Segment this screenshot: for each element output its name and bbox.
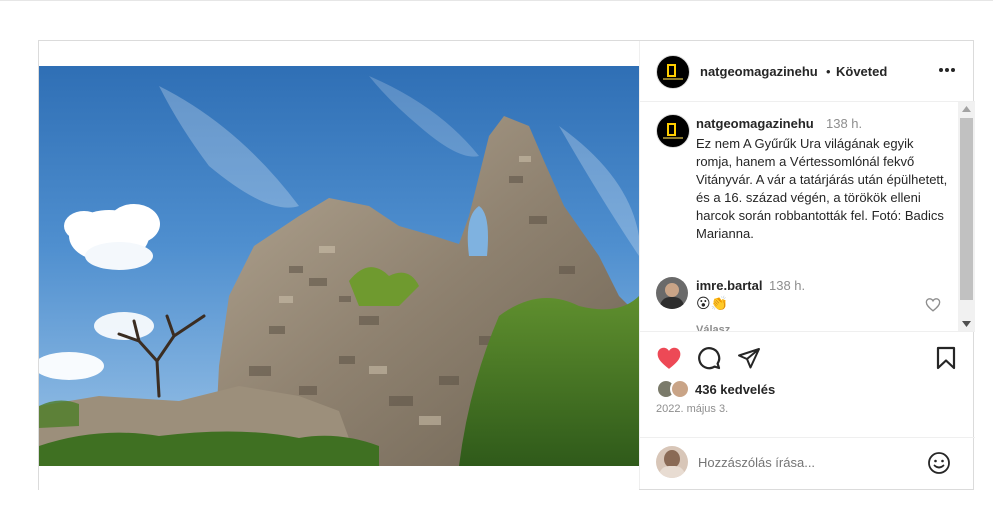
likes-row: 436 kedvelés (640, 375, 975, 405)
current-user-avatar[interactable] (656, 446, 688, 478)
author-avatar[interactable] (656, 55, 690, 89)
comments-scrollbar[interactable] (958, 102, 975, 331)
header-separator: • (826, 64, 831, 79)
heart-filled-icon[interactable] (656, 346, 682, 370)
scroll-up-arrow-icon[interactable] (962, 106, 971, 112)
castle-ruin-photo (39, 66, 639, 466)
add-comment-bar (640, 437, 975, 490)
post-header: natgeomagazinehu • Követed (640, 41, 975, 102)
follow-status-button[interactable]: Követed (836, 64, 887, 79)
bookmark-icon[interactable] (936, 346, 956, 370)
post-media (39, 41, 639, 491)
scroll-down-arrow-icon[interactable] (962, 321, 971, 327)
comment-time[interactable]: 138 h. (769, 278, 805, 293)
comment-icon[interactable] (697, 346, 721, 370)
add-comment-input[interactable] (698, 452, 908, 472)
post-card: natgeomagazinehu • Követed natgeomagazin… (38, 40, 976, 491)
post-side-panel: natgeomagazinehu • Követed natgeomagazin… (639, 41, 976, 489)
post-photo[interactable] (39, 66, 639, 466)
liker-avatar-2[interactable] (670, 379, 690, 399)
share-icon[interactable] (737, 346, 761, 370)
caption-author-avatar[interactable] (656, 114, 690, 148)
emoji-smile-icon[interactable] (927, 451, 951, 475)
comments-section[interactable]: natgeomagazinehu 138 h. Ez nem A Gyűrűk … (640, 102, 975, 332)
caption-author-username[interactable]: natgeomagazinehu (696, 116, 814, 131)
commenter-avatar[interactable] (656, 277, 688, 309)
caption-time[interactable]: 138 h. (826, 116, 862, 131)
comment-author-username[interactable]: imre.bartal (696, 278, 762, 293)
likes-count[interactable]: 436 kedvelés (695, 382, 775, 397)
post-date[interactable]: 2022. május 3. (656, 403, 728, 415)
scrollbar-thumb[interactable] (960, 118, 973, 300)
author-username[interactable]: natgeomagazinehu (700, 64, 818, 79)
comment-reply-button[interactable]: Válasz (696, 324, 730, 331)
top-divider (0, 0, 993, 1)
comment-text: 😮👏 (696, 295, 729, 311)
comment-like-heart-icon[interactable] (925, 297, 941, 312)
more-horizontal-icon[interactable] (938, 67, 956, 73)
caption-text: Ez nem A Gyűrűk Ura világának egyik romj… (696, 136, 948, 241)
